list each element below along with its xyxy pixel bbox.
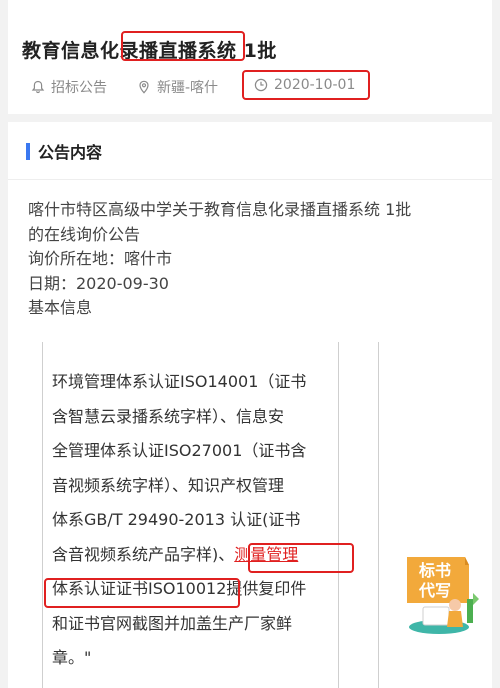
region-label: 新疆-喀什 (157, 80, 219, 96)
section-divider (8, 179, 492, 180)
region-meta: 新疆-喀什 (137, 77, 218, 97)
body-line: 基本信息 (28, 298, 93, 317)
category-meta: 招标公告 (31, 77, 107, 97)
cell-line: 和证书官网截图并加盖生产厂家鲜 (52, 613, 293, 633)
table-cell-text: 环境管理体系认证ISO14001（证书 含智慧云录播系统字样）、信息安 全管理体… (52, 365, 352, 676)
title-highlight-box (121, 31, 245, 61)
body-line: 喀什市特区高级中学关于教育信息化录播直播系统 1批 (28, 200, 412, 219)
category-label: 招标公告 (51, 80, 107, 96)
cell-line: 音视频系统字样）、知识产权管理 (52, 475, 285, 495)
cell-line: 环境管理体系认证ISO14001（证书 (52, 372, 307, 391)
cell-line: 章。" (52, 648, 92, 667)
cell-line: 全管理体系认证ISO27001（证书含 (52, 441, 307, 460)
bell-icon (31, 80, 45, 94)
cell-line-part: 含音视频系统产品字样)、 (52, 544, 235, 564)
body-line: 的在线询价公告 (28, 224, 141, 244)
table-border-right (378, 342, 379, 688)
date-highlight-box (242, 70, 370, 100)
section-accent-bar (26, 142, 30, 160)
bid-writing-badge[interactable]: 标书 代写 (403, 553, 483, 639)
body-line: 询价所在地：喀什市 (28, 249, 173, 268)
table-border-left (42, 342, 43, 688)
section-header: 公告内容 (26, 139, 102, 163)
term-highlight-box (248, 543, 354, 573)
body-line: 日期：2020-09-30 (28, 273, 169, 293)
cert-highlight-box (44, 578, 240, 608)
announcement-body: 喀什市特区高级中学关于教育信息化录播直播系统 1批 的在线询价公告 询价所在地：… (28, 198, 468, 321)
cell-line: 含智慧云录播系统字样）、信息安 (52, 406, 285, 426)
location-pin-icon (139, 80, 149, 94)
badge-line1: 标书 (418, 561, 451, 580)
badge-line2: 代写 (418, 581, 451, 600)
cell-line: 体系GB/T 29490-2013 认证(证书 (52, 510, 301, 529)
section-title: 公告内容 (38, 143, 103, 162)
